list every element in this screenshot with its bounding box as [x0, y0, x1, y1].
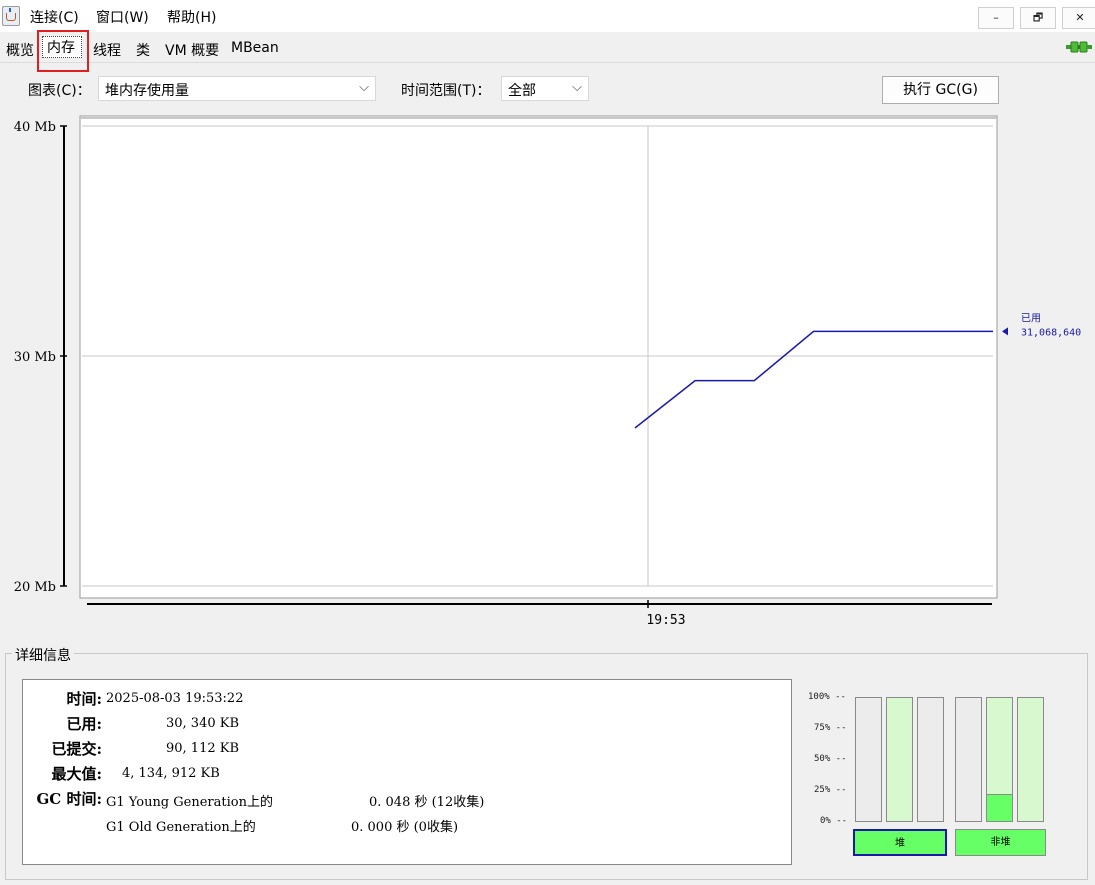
gc-young-value: 0. 048 秒 (12收集) — [369, 795, 485, 810]
title-menu-bar — [0, 0, 1095, 32]
heap-pool-bar-2[interactable] — [886, 697, 913, 822]
tab-memory-highlight — [37, 30, 89, 72]
pool-used-fill — [987, 793, 1012, 821]
info-time-value: 2025-08-03 19:53:22 — [106, 691, 244, 706]
info-used-value: 30, 340 KB — [166, 716, 240, 731]
heap-memory-chart: 40 Mb 30 Mb 20 Mb 19:53 已用 31,068,640 — [14, 115, 1081, 628]
tab-threads[interactable]: 线程 — [93, 40, 121, 60]
x-tick-label: 19:53 — [646, 613, 685, 628]
nonheap-pool-bar-2[interactable] — [986, 697, 1013, 822]
pct-label-25: 25% -- — [814, 785, 847, 795]
time-range-select[interactable]: 全部 ⌵ — [501, 76, 589, 101]
minimize-button[interactable]: – — [978, 7, 1014, 29]
java-app-icon — [2, 6, 20, 26]
info-max-value: 4, 134, 912 KB — [122, 766, 220, 781]
info-used-key: 已用: — [66, 715, 102, 733]
info-gc-time-key: GC 时间: — [36, 790, 102, 808]
pct-label-100: 100% -- — [808, 692, 846, 702]
pct-label-50: 50% -- — [814, 754, 847, 764]
perform-gc-button[interactable]: 执行 GC(G) — [882, 76, 999, 104]
chart-select-label: 图表(C)： — [28, 83, 91, 99]
chart-select[interactable]: 堆内存使用量 ⌵ — [98, 76, 376, 101]
nonheap-pool-bar-1[interactable] — [955, 697, 982, 822]
menu-connect[interactable]: 连接(C) — [30, 7, 79, 27]
info-committed-key: 已提交: — [51, 740, 102, 758]
gc-old-name: G1 Old Generation上的 — [106, 820, 256, 835]
nonheap-pool-bar-3[interactable] — [1017, 697, 1044, 822]
info-max-key: 最大值: — [51, 765, 102, 783]
heap-button[interactable]: 堆 — [853, 829, 947, 856]
y-tick-label: 40 Mb — [14, 120, 56, 135]
pct-label-0: 0% -- — [820, 816, 848, 826]
plot-area — [79, 115, 998, 599]
pct-label-75: 75% -- — [814, 723, 847, 733]
connection-plug-icon[interactable] — [1066, 40, 1092, 54]
y-tick-label: 30 Mb — [14, 350, 56, 365]
tab-classes[interactable]: 类 — [136, 40, 150, 60]
y-tick-label: 20 Mb — [14, 580, 56, 595]
restore-button[interactable]: 🗗 — [1020, 7, 1056, 29]
current-value-label: 31,068,640 — [1021, 327, 1081, 338]
heap-pool-bar-1[interactable] — [855, 697, 882, 822]
gc-young-name: G1 Young Generation上的 — [106, 795, 273, 810]
gc-old-value: 0. 000 秒 (0收集) — [351, 820, 459, 835]
tab-mbean[interactable]: MBean — [231, 40, 279, 56]
y-ticks: 40 Mb 30 Mb 20 Mb — [14, 120, 67, 595]
chart-select-value: 堆内存使用量 — [105, 83, 189, 99]
menu-window[interactable]: 窗口(W) — [96, 7, 149, 27]
chevron-down-icon: ⌵ — [572, 80, 582, 95]
tab-vm-summary[interactable]: VM 概要 — [165, 40, 219, 60]
current-series-label: 已用 — [1021, 313, 1041, 324]
current-value-marker — [1002, 327, 1008, 336]
close-button[interactable]: ✕ — [1062, 7, 1095, 29]
tab-overview[interactable]: 概览 — [6, 40, 34, 60]
heap-pool-bar-3[interactable] — [917, 697, 944, 822]
time-range-label: 时间范围(T)： — [401, 83, 491, 99]
chevron-down-icon: ⌵ — [359, 80, 369, 95]
time-range-value: 全部 — [508, 83, 536, 99]
details-legend: 详细信息 — [12, 645, 74, 665]
nonheap-button[interactable]: 非堆 — [955, 829, 1046, 856]
info-committed-value: 90, 112 KB — [166, 741, 240, 756]
menu-help[interactable]: 帮助(H) — [167, 7, 216, 27]
info-time-key: 时间: — [66, 690, 102, 708]
